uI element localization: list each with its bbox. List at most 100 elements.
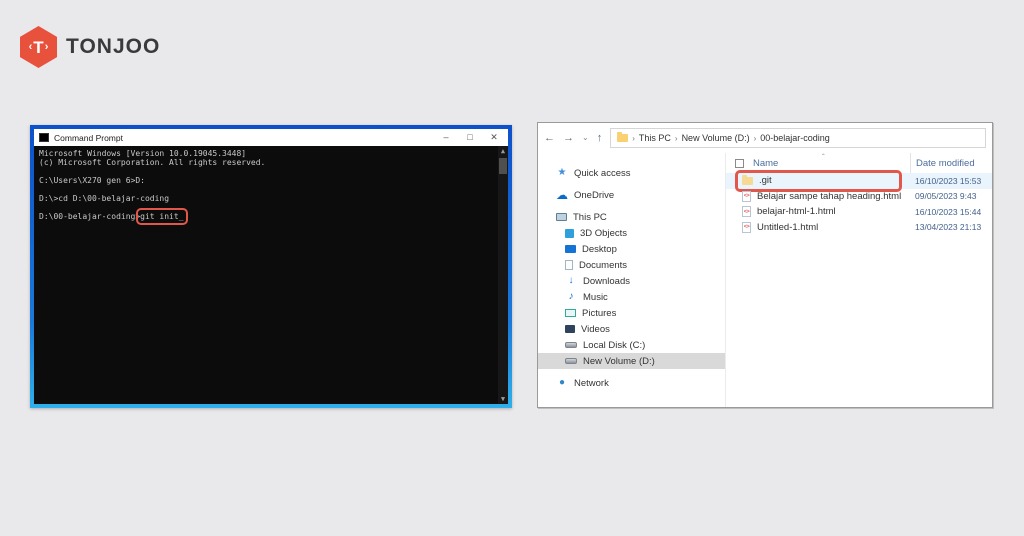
sidebar-item-icon	[565, 260, 573, 270]
explorer-nav-bar: ← → ⌄ ↑ › This PC › New Volume (D:)	[538, 123, 992, 153]
chevron-right-icon: ›	[754, 134, 757, 143]
sidebar-item[interactable]: Music	[538, 289, 725, 305]
html-file-icon	[742, 222, 751, 233]
html-file-icon	[742, 191, 751, 202]
breadcrumb-item[interactable]: 00-belajar-coding	[760, 133, 830, 143]
recent-locations-icon[interactable]: ⌄	[582, 134, 589, 142]
logo-letter: T	[33, 39, 43, 56]
command-prompt-window: Command Prompt – □ ✕ Microsoft Windows […	[30, 125, 512, 408]
cmd-window-title: Command Prompt	[54, 133, 434, 143]
sidebar-item[interactable]: Network	[538, 375, 725, 391]
terminal-line: D:\>cd D:\00-belajar-coding	[39, 194, 494, 203]
sidebar-item-label: Videos	[581, 324, 610, 335]
sidebar-item-label: New Volume (D:)	[583, 356, 655, 367]
file-name-cell: .git	[738, 173, 899, 189]
breadcrumb: › This PC › New Volume (D:) › 00-belajar…	[628, 133, 830, 143]
terminal-line	[39, 185, 494, 194]
file-list-pane: Name ˆ Date modified .git 16/10/2023 15:…	[726, 153, 992, 407]
scroll-up-icon[interactable]: ▲	[498, 146, 508, 156]
sidebar-item[interactable]: New Volume (D:)	[538, 353, 725, 369]
terminal-lines: Microsoft Windows [Version 10.0.19045.34…	[39, 149, 494, 212]
logo-bracket-right: ›	[45, 42, 49, 53]
scroll-down-icon[interactable]: ▼	[498, 394, 508, 404]
cmd-title-bar[interactable]: Command Prompt – □ ✕	[34, 129, 508, 146]
terminal-scrollbar[interactable]: ▲ ▼	[498, 146, 508, 404]
annotation-box-git-init: git init_	[140, 212, 183, 221]
close-icon[interactable]: ✕	[482, 132, 506, 143]
sidebar-item-label: Documents	[579, 260, 627, 271]
chevron-right-icon: ›	[632, 134, 635, 143]
file-explorer-window: ← → ⌄ ↑ › This PC › New Volume (D:)	[537, 122, 993, 408]
breadcrumb-item[interactable]: New Volume (D:)	[682, 133, 750, 143]
select-all-checkbox[interactable]	[735, 159, 744, 168]
file-row[interactable]: .git 16/10/2023 15:53	[726, 173, 992, 189]
file-name-cell: belajar-html-1.html	[738, 204, 842, 220]
explorer-sidebar: Quick access OneDrive This PC 3D Objects	[538, 153, 726, 407]
sidebar-item-icon	[556, 167, 568, 179]
breadcrumb-item[interactable]: This PC	[639, 133, 671, 143]
folder-icon	[742, 177, 753, 185]
file-name: Untitled-1.html	[757, 222, 818, 233]
sidebar-item-icon	[556, 213, 567, 221]
address-folder-icon	[617, 134, 628, 142]
column-header-name[interactable]: Name	[753, 158, 778, 169]
sidebar-item[interactable]: Desktop	[538, 241, 725, 257]
file-name: .git	[759, 175, 772, 186]
sidebar-item[interactable]: This PC	[538, 209, 725, 225]
sidebar-item[interactable]: 3D Objects	[538, 225, 725, 241]
column-header-date-modified[interactable]: Date modified	[910, 153, 992, 173]
brand-name: TONJOO	[66, 35, 160, 59]
file-date-modified: 16/10/2023 15:53	[910, 176, 992, 186]
file-row[interactable]: belajar-html-1.html 16/10/2023 15:44	[726, 204, 992, 220]
sidebar-item-icon	[565, 291, 577, 303]
sidebar-item-label: Desktop	[582, 244, 617, 255]
sidebar-item[interactable]: OneDrive	[538, 187, 725, 203]
forward-icon[interactable]: →	[563, 133, 574, 144]
file-name: Belajar sampe tahap heading.html	[757, 191, 901, 202]
sidebar-item[interactable]: Videos	[538, 321, 725, 337]
up-icon[interactable]: ↑	[597, 133, 603, 144]
sidebar-item[interactable]: Pictures	[538, 305, 725, 321]
terminal-output-area[interactable]: Microsoft Windows [Version 10.0.19045.34…	[34, 146, 508, 404]
sidebar-item[interactable]: Quick access	[538, 165, 725, 181]
sidebar-item-icon	[556, 377, 568, 389]
file-date-modified: 16/10/2023 15:44	[910, 207, 992, 217]
file-date-modified: 09/05/2023 9:43	[910, 191, 992, 201]
sidebar-item-icon	[565, 325, 575, 333]
file-row[interactable]: Untitled-1.html 13/04/2023 21:13	[726, 220, 992, 236]
sidebar-item-icon	[565, 245, 576, 253]
maximize-icon[interactable]: □	[458, 132, 482, 143]
sidebar-item-label: Downloads	[583, 276, 630, 287]
sidebar-item-label: Pictures	[582, 308, 616, 319]
sidebar-item-icon	[565, 275, 577, 287]
back-icon[interactable]: ←	[544, 133, 555, 144]
sidebar-item-label: Quick access	[574, 168, 631, 179]
sidebar-item-icon	[565, 358, 577, 364]
tonjoo-logo: ‹T› TONJOO	[20, 26, 160, 68]
file-list: .git 16/10/2023 15:53 Belajar sampe taha…	[726, 173, 992, 235]
chevron-right-icon: ›	[675, 134, 678, 143]
sidebar-item-label: OneDrive	[574, 190, 614, 201]
sidebar-item-label: Local Disk (C:)	[583, 340, 645, 351]
sidebar-item[interactable]: Downloads	[538, 273, 725, 289]
scrollbar-thumb[interactable]	[499, 158, 507, 174]
sidebar-item-label: 3D Objects	[580, 228, 627, 239]
minimize-icon[interactable]: –	[434, 132, 458, 143]
terminal-line: (c) Microsoft Corporation. All rights re…	[39, 158, 494, 167]
sidebar-item-icon	[556, 189, 568, 201]
sidebar-item[interactable]: Local Disk (C:)	[538, 337, 725, 353]
sidebar-item[interactable]: Documents	[538, 257, 725, 273]
terminal-cursor: _	[179, 212, 184, 221]
sidebar-item-icon	[565, 309, 576, 317]
file-name-cell: Untitled-1.html	[738, 220, 824, 236]
sidebar-item-label: Music	[583, 292, 608, 303]
sort-ascending-icon: ˆ	[822, 153, 825, 162]
typed-command: git init	[140, 212, 179, 221]
terminal-line: Microsoft Windows [Version 10.0.19045.34…	[39, 149, 494, 158]
sidebar-item-label: Network	[574, 378, 609, 389]
file-row[interactable]: Belajar sampe tahap heading.html 09/05/2…	[726, 189, 992, 205]
address-bar[interactable]: › This PC › New Volume (D:) › 00-belajar…	[610, 128, 986, 148]
prompt-prefix: D:\00-belajar-coding>	[39, 212, 140, 221]
sidebar-item-icon	[565, 229, 574, 238]
tonjoo-logo-icon: ‹T›	[20, 26, 57, 68]
